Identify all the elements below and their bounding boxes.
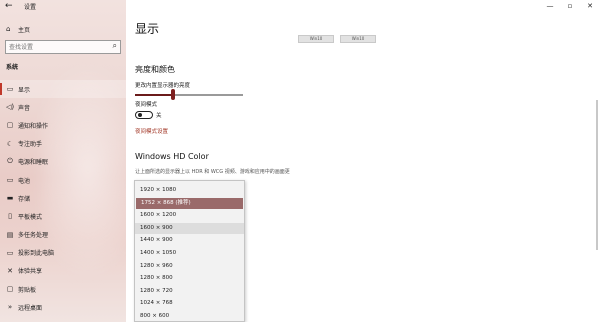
sidebar-item-8[interactable]: ▤ 多任务处理	[0, 226, 126, 244]
sidebar-item-5[interactable]: ▭ 电池	[0, 171, 126, 189]
resolution-dropdown-list[interactable]: 1920 × 1080 1752 × 868 (推荐) 1600 × 1200 160…	[134, 180, 245, 322]
maximize-button[interactable]: ▫	[560, 0, 580, 12]
section-label: 系统	[6, 64, 19, 71]
toggle-knob	[138, 113, 142, 117]
night-light-settings-link[interactable]: 夜间模式设置	[135, 127, 168, 135]
sidebar-item-6[interactable]: ▬ 存储	[0, 189, 126, 207]
search-box[interactable]: ⌕	[5, 40, 121, 54]
moon-icon: ☾	[6, 139, 14, 148]
sidebar-item-label: 投影到此电脑	[18, 250, 55, 258]
brightness-heading: 亮度和颜色	[135, 65, 175, 74]
sidebar-item-label: 专注助手	[18, 141, 43, 149]
title-bar: ← 设置	[0, 0, 126, 12]
search-icon[interactable]: ⌕	[113, 41, 117, 51]
sidebar-item-11[interactable]: ▢ 剪贴板	[0, 280, 126, 298]
sidebar-nav: ▭ 显示 ◁) 声音 ▢ 通知和操作 ☾ 专注助手 ⏻ 电源和睡眠 ▭ 电池 ▬ 存储 ▯ 平板模式 ▤ 多任务处…	[0, 80, 126, 316]
home-nav-item[interactable]: ⌂ 主页	[0, 23, 126, 35]
home-label: 主页	[18, 26, 31, 34]
sidebar-item-2[interactable]: ▢ 通知和操作	[0, 116, 126, 134]
monitor-thumbnail-2[interactable]: Win10	[340, 35, 376, 43]
tablet-icon: ▯	[8, 212, 12, 221]
sidebar-item-3[interactable]: ☾ 专注助手	[0, 135, 126, 153]
sidebar-item-label: 声音	[18, 104, 31, 112]
sidebar-item-label: 显示	[18, 86, 31, 94]
resolution-option[interactable]: 1600 × 900	[135, 222, 244, 234]
sidebar-item-label: 存储	[18, 195, 31, 203]
night-light-toggle[interactable]	[135, 111, 153, 119]
share-icon: ✕	[7, 266, 13, 275]
storage-icon: ▬	[6, 194, 14, 203]
brightness-label: 更改内置显示器的亮度	[135, 83, 191, 89]
resolution-option[interactable]: 1280 × 960	[135, 261, 244, 272]
sidebar-item-label: 电池	[18, 177, 31, 185]
resolution-option[interactable]: 1600 × 1200	[135, 210, 244, 221]
resolution-option[interactable]: 1280 × 800	[135, 273, 244, 284]
monitor-thumbnail-1[interactable]: Win10	[298, 35, 334, 43]
scrollbar[interactable]	[596, 100, 598, 250]
sidebar-item-0[interactable]: ▭ 显示	[0, 80, 126, 99]
main-content: — ▫ ✕ 显示 Win10 Win10 亮度和颜色 更改内置显示器的亮度 夜间…	[126, 0, 600, 322]
battery-icon: ▭	[6, 176, 14, 185]
search-input[interactable]	[9, 42, 107, 52]
resolution-option[interactable]: 800 × 600	[135, 311, 244, 322]
sidebar-item-label: 剪贴板	[18, 286, 37, 294]
sidebar-item-7[interactable]: ▯ 平板模式	[0, 207, 126, 225]
sidebar-item-label: 通知和操作	[18, 122, 49, 130]
clipboard-icon: ▢	[6, 285, 14, 294]
window-controls: — ▫ ✕	[540, 0, 600, 12]
resolution-option[interactable]: 1440 × 900	[135, 235, 244, 246]
hd-color-heading: Windows HD Color	[135, 152, 209, 161]
resolution-option[interactable]: 1400 × 1050	[135, 248, 244, 259]
notification-icon: ▢	[6, 121, 14, 130]
night-light-label: 夜间模式	[135, 102, 158, 108]
sidebar-item-12[interactable]: » 远程桌面	[0, 298, 126, 316]
sidebar-item-label: 多任务处理	[18, 232, 49, 240]
resolution-option[interactable]: 1920 × 1080	[135, 185, 244, 196]
monitor-icon: ▭	[6, 85, 14, 94]
navigation-pane: ← 设置 ⌂ 主页 ⌕ 系统 ▭显示◁)声音▢通知和操作☾专注助手⏻电源和睡眠▭…	[0, 0, 126, 322]
speaker-icon: ◁)	[5, 103, 15, 112]
resolution-option[interactable]: 1752 × 868 (推荐)	[136, 197, 243, 209]
sidebar-item-10[interactable]: ✕ 体验共享	[0, 262, 126, 280]
back-arrow-icon[interactable]: ←	[5, 1, 13, 11]
hd-color-description: 让上面所选的显示器上以 HDR 和 WCG 视频、游戏和应用中的画面更	[135, 169, 290, 175]
sidebar-item-label: 平板模式	[18, 213, 43, 221]
minimize-button[interactable]: —	[540, 0, 560, 12]
app-title: 设置	[24, 4, 37, 11]
remote-icon: »	[7, 303, 13, 312]
page-title: 显示	[135, 22, 160, 36]
projector-icon: ▭	[6, 248, 14, 257]
close-button[interactable]: ✕	[580, 0, 600, 12]
power-icon: ⏻	[7, 157, 13, 166]
sidebar-item-4[interactable]: ⏻ 电源和睡眠	[0, 153, 126, 171]
home-icon: ⌂	[6, 25, 11, 33]
brightness-slider-thumb[interactable]	[171, 89, 175, 100]
night-light-state: 关	[156, 113, 162, 119]
sidebar-item-label: 电源和睡眠	[18, 159, 49, 167]
sidebar-item-9[interactable]: ▭ 投影到此电脑	[0, 244, 126, 262]
brightness-slider[interactable]	[135, 89, 243, 100]
multitask-icon: ▤	[6, 230, 14, 239]
sidebar-item-1[interactable]: ◁) 声音	[0, 98, 126, 116]
resolution-option[interactable]: 1280 × 720	[135, 286, 244, 297]
sidebar-item-label: 体验共享	[18, 268, 43, 276]
brightness-slider-fill	[135, 94, 173, 96]
sidebar-item-label: 远程桌面	[18, 304, 43, 312]
resolution-option[interactable]: 1024 × 768	[135, 298, 244, 309]
